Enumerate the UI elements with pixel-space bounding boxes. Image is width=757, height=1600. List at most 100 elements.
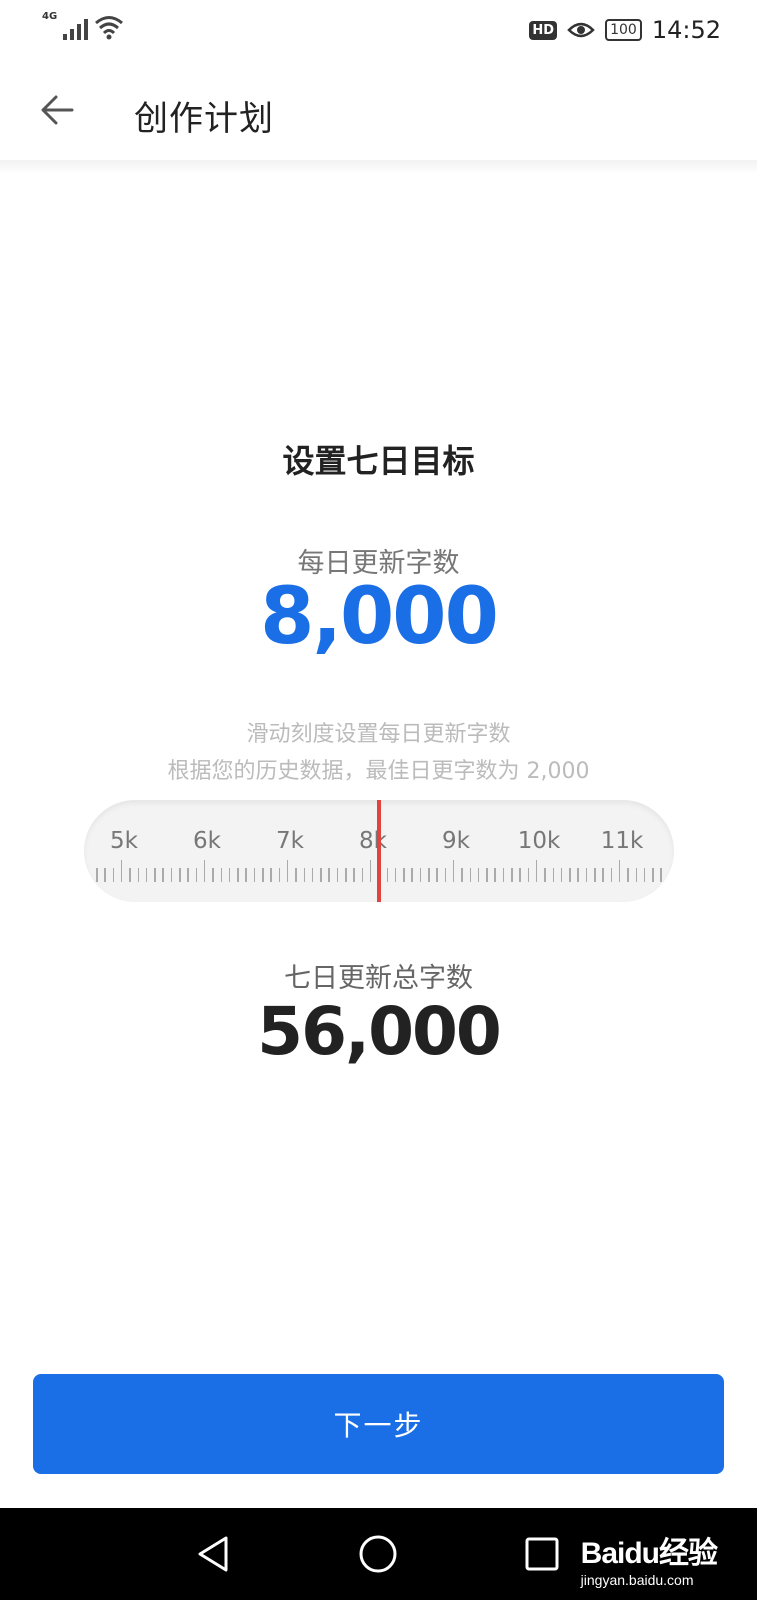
ruler-label-8k: 8k bbox=[359, 828, 387, 854]
ruler-tick bbox=[419, 868, 422, 882]
ruler-tick bbox=[544, 868, 546, 882]
ruler-tick bbox=[253, 868, 256, 882]
ruler-tick bbox=[652, 868, 654, 882]
ruler-tick bbox=[270, 868, 272, 882]
ruler-label-7k: 7k bbox=[276, 828, 304, 854]
battery-icon: 100 bbox=[605, 19, 642, 41]
ruler-tick bbox=[403, 868, 405, 882]
ruler-label-9k: 9k bbox=[442, 828, 470, 854]
ruler-tick bbox=[303, 868, 305, 882]
status-left: 4G bbox=[42, 11, 124, 40]
ruler-tick bbox=[444, 868, 447, 882]
ruler-tick bbox=[411, 868, 413, 882]
arrow-left-icon[interactable] bbox=[38, 90, 78, 130]
ruler-tick bbox=[535, 860, 538, 882]
ruler-tick bbox=[569, 868, 571, 882]
ruler-tick bbox=[386, 868, 388, 882]
goal-title: 设置七日目标 bbox=[282, 442, 475, 480]
ruler-tick bbox=[560, 868, 563, 882]
ruler-label-5k: 5k bbox=[110, 828, 138, 854]
ruler-tick bbox=[594, 868, 596, 882]
ruler-tick bbox=[278, 868, 281, 882]
ruler-tick bbox=[635, 868, 637, 882]
watermark-url: jingyan.baidu.com bbox=[580, 1572, 694, 1588]
ruler-tick bbox=[237, 868, 239, 882]
slider-hint: 滑动刻度设置每日更新字数 bbox=[246, 722, 511, 747]
ruler-tick bbox=[228, 868, 231, 882]
ruler-tick bbox=[610, 868, 613, 882]
ruler-tick bbox=[452, 860, 455, 882]
header-divider bbox=[0, 160, 757, 174]
ruler-tick bbox=[262, 868, 264, 882]
ruler-tick bbox=[170, 868, 173, 882]
ruler-tick bbox=[336, 868, 339, 882]
ruler-tick bbox=[120, 860, 123, 882]
circle-home-icon[interactable] bbox=[354, 1530, 402, 1578]
ruler-tick bbox=[154, 868, 156, 882]
ruler-tick bbox=[286, 860, 289, 882]
ruler-tick bbox=[369, 860, 372, 882]
app-header: 创作计划 bbox=[0, 64, 757, 160]
ruler-tick bbox=[311, 868, 314, 882]
ruler-tick bbox=[203, 860, 206, 882]
network-type: 4G bbox=[42, 11, 58, 22]
watermark: Baidu经验 jingyan.baidu.com bbox=[580, 1528, 718, 1588]
ruler-tick bbox=[145, 868, 148, 882]
ruler-tick bbox=[602, 868, 604, 882]
ruler-label-10k: 10k bbox=[517, 828, 561, 854]
ruler-tick bbox=[112, 868, 115, 882]
watermark-logo: Baidu经验 bbox=[580, 1537, 718, 1570]
ruler-tick bbox=[295, 868, 297, 882]
ruler-tick bbox=[643, 868, 646, 882]
ruler-tick bbox=[345, 868, 347, 882]
ruler-tick bbox=[245, 868, 247, 882]
ruler-tick bbox=[461, 868, 463, 882]
ruler-tick bbox=[577, 868, 579, 882]
word-count-ruler-slider[interactable]: 11k 10k 9k 8k 7k 6k 5k bbox=[84, 800, 674, 902]
square-recents-icon[interactable] bbox=[518, 1530, 566, 1578]
ruler-tick bbox=[486, 868, 488, 882]
ruler-tick bbox=[187, 868, 189, 882]
total-words-value: 56,000 bbox=[257, 993, 502, 1070]
ruler-tick bbox=[618, 860, 621, 882]
ruler-tick bbox=[494, 868, 496, 882]
ruler-tick bbox=[511, 868, 513, 882]
signal-icon bbox=[63, 14, 89, 40]
ruler-tick bbox=[585, 868, 588, 882]
triangle-back-icon[interactable] bbox=[190, 1530, 238, 1578]
ruler-tick bbox=[502, 868, 505, 882]
history-hint: 根据您的历史数据，最佳日更字数为 2,000 bbox=[167, 759, 590, 784]
ruler-tick bbox=[179, 868, 181, 882]
page-title: 创作计划 bbox=[134, 99, 274, 139]
ruler-tick bbox=[436, 868, 438, 882]
status-right: HD 100 14:52 bbox=[529, 16, 721, 44]
ruler-label-6k: 6k bbox=[193, 828, 221, 854]
ruler-tick bbox=[394, 868, 397, 882]
ruler-tick bbox=[328, 868, 330, 882]
system-nav-bar: Baidu经验 jingyan.baidu.com bbox=[0, 1508, 757, 1600]
time: 14:52 bbox=[651, 16, 721, 44]
ruler-tick bbox=[162, 868, 164, 882]
ruler-tick bbox=[353, 868, 355, 882]
hd-badge: HD bbox=[529, 20, 558, 40]
ruler-tick bbox=[320, 868, 322, 882]
ruler-indicator bbox=[377, 800, 381, 902]
ruler-tick bbox=[220, 868, 222, 882]
total-words-label: 七日更新总字数 bbox=[284, 963, 473, 994]
ruler-tick bbox=[137, 868, 139, 882]
ruler-tick bbox=[96, 868, 98, 882]
ruler-tick bbox=[519, 868, 521, 882]
eye-icon bbox=[567, 22, 595, 38]
ruler-tick bbox=[469, 868, 471, 882]
ruler-tick bbox=[195, 868, 198, 882]
next-step-button[interactable]: 下一步 bbox=[33, 1374, 724, 1474]
ruler-tick bbox=[552, 868, 554, 882]
ruler-tick bbox=[361, 868, 364, 882]
ruler-tick bbox=[477, 868, 480, 882]
daily-words-value: 8,000 bbox=[260, 572, 499, 662]
ruler-tick bbox=[129, 868, 131, 882]
wifi-icon bbox=[95, 16, 124, 40]
status-bar: 4G HD 100 14:52 bbox=[0, 0, 757, 64]
ruler-tick bbox=[527, 868, 530, 882]
ruler-tick bbox=[212, 868, 214, 882]
